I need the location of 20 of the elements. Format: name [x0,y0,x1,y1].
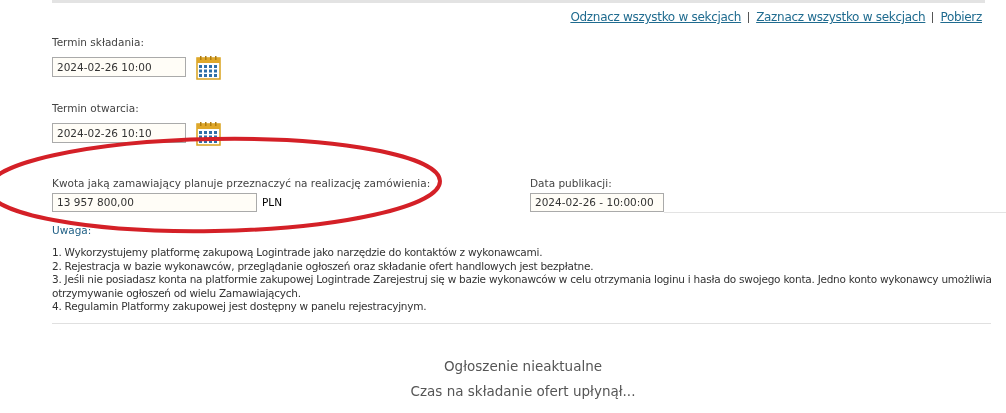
note-text: 4. Regulamin Platformy zakupowej jest dostępny w panelu rejestracyjnym. [52,300,428,314]
date-field[interactable]: 2024-02-26 10:00 [52,57,186,78]
amount-field[interactable]: 13 957 800,00 [52,193,257,213]
publication-date-field[interactable]: 2024-02-26 - 10:00:00 [530,193,664,213]
note-text: 3. Jeśli nie posiadasz konta na platformie zakupowej Logintrade Zarejestruj się w bazie wykonawców w celu otrzymania loginu i hasła do swojego konta. Jedno konto wykonawcy umożliwia otrzymywanie ogłoszeń od wielu Zamawiających. [52,273,993,300]
header-link[interactable]: Zaznacz wszystko w sekcjach [756,8,926,26]
field-label: Termin otwarcia: [52,100,140,116]
note-text: 1. Wykorzystujemy platformę zakupową Logintrade jako narzędzie do kontaktów z wykonawcami. [52,246,544,260]
header-link[interactable]: Odznacz wszystko w sekcjach [570,8,742,26]
notes-title: Uwaga: [52,223,93,239]
status-message: Czas na składanie ofert upłynął... [410,381,636,401]
currency-label: PLN [262,194,283,210]
calendar-icon[interactable] [196,54,222,80]
field-label: Data publikacji: [530,175,613,191]
date-field[interactable]: 2024-02-26 10:10 [52,123,186,143]
field-label: Kwota jaką zamawiający planuje przeznaczyć na realizację zamówienia: [52,175,432,191]
header-link[interactable]: Pobierz [940,8,982,26]
field-label: Termin składania: [52,35,145,50]
status-message: Ogłoszenie nieaktualne [443,356,603,376]
note-text: 2. Rejestracja w bazie wykonawców, przeglądanie ogłoszeń oraz składanie ofert handlowych jest bezpłatne. [52,259,595,273]
